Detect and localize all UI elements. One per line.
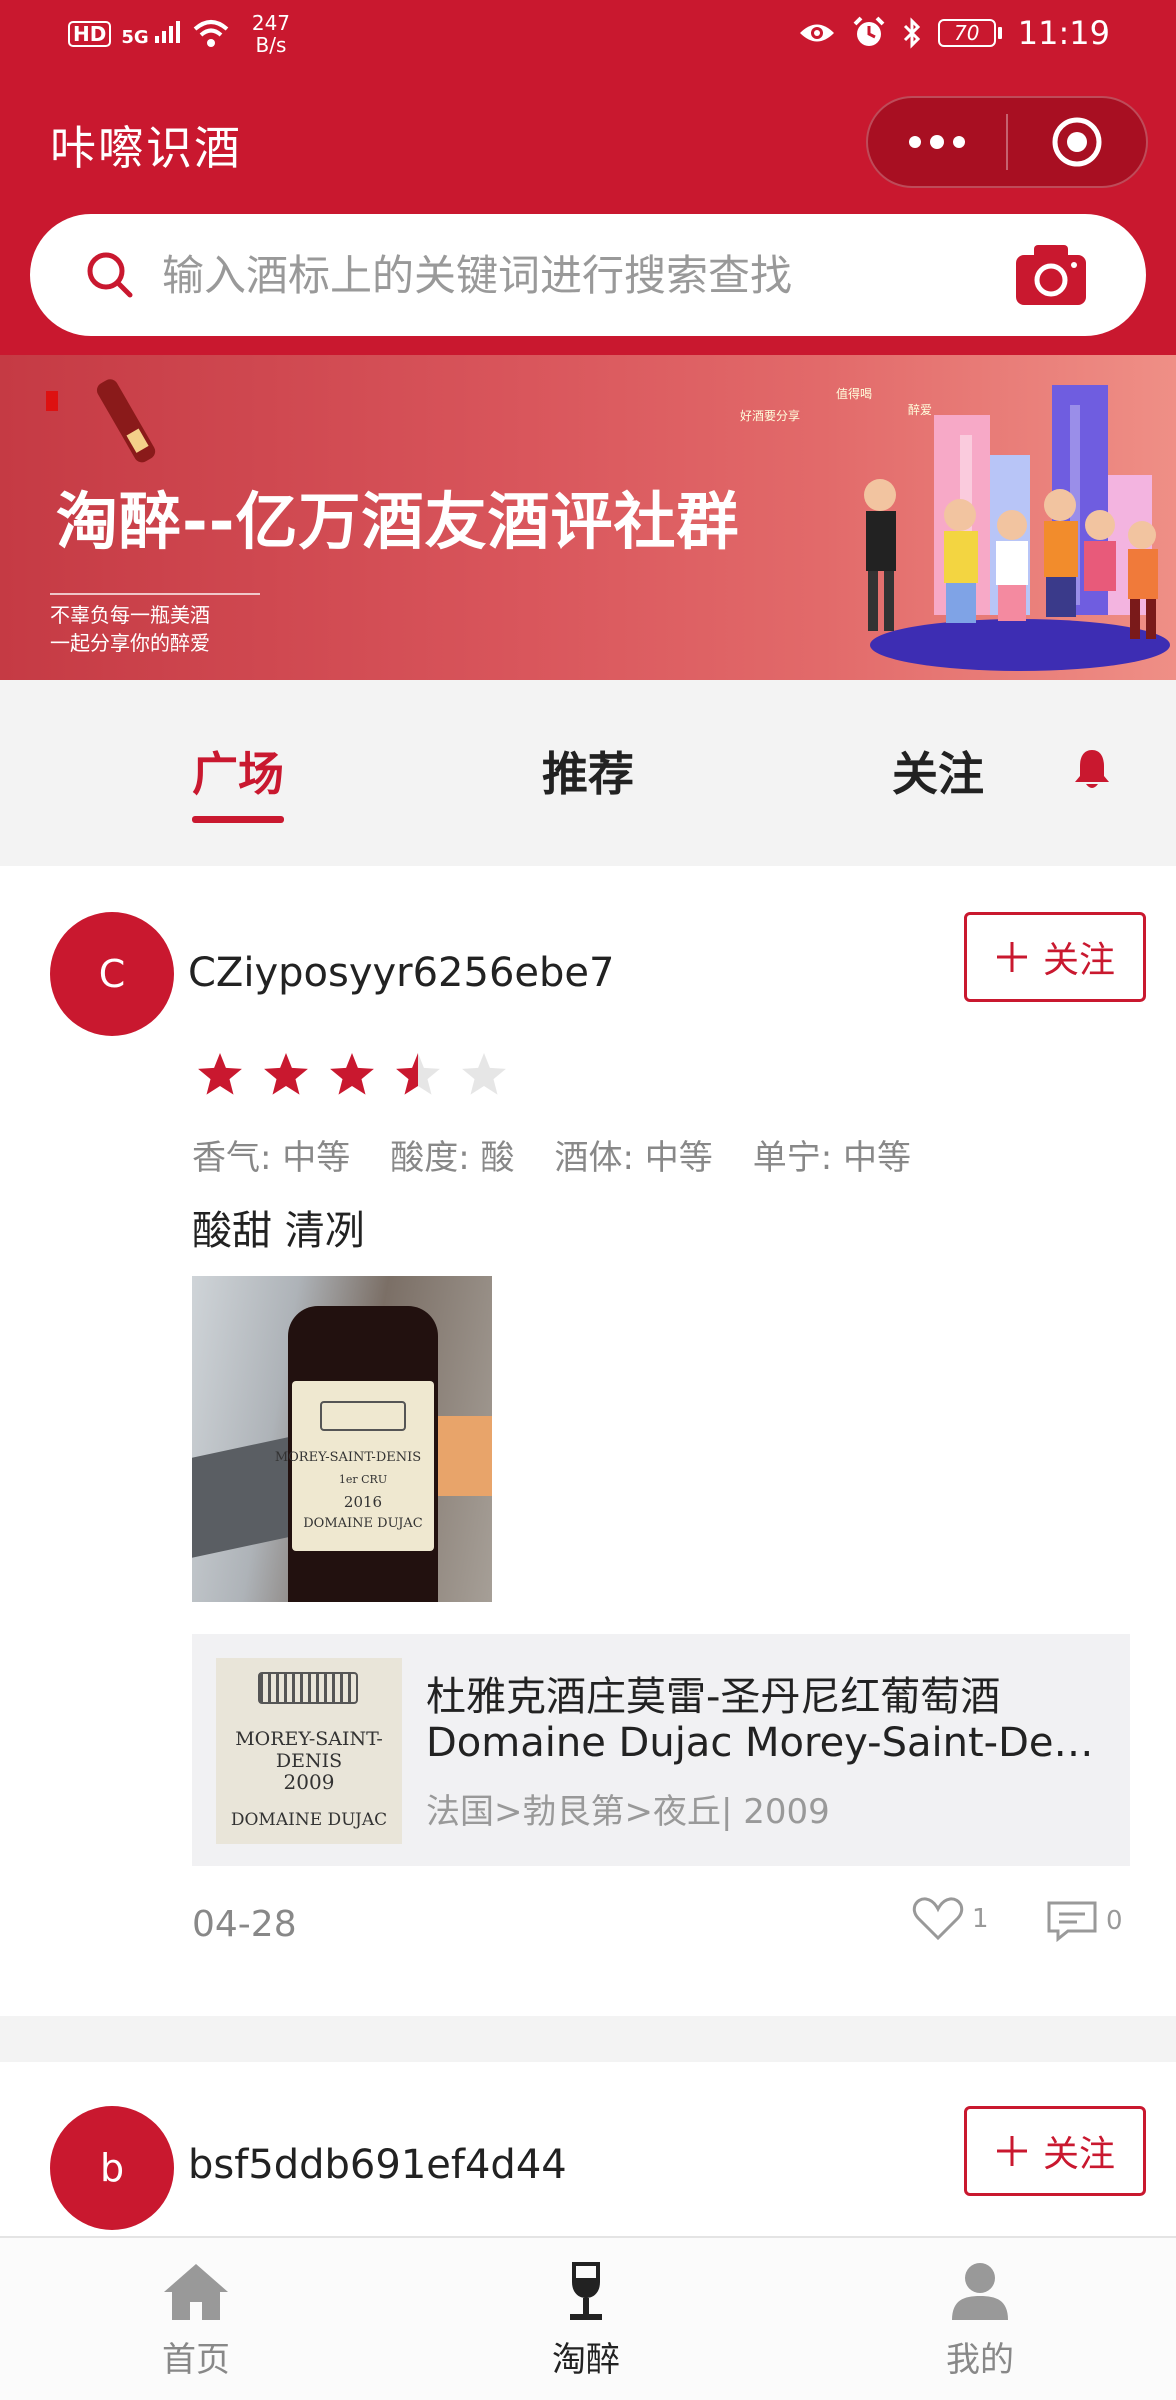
tag-acidity: 酸度: 酸 bbox=[390, 1138, 515, 1178]
battery-indicator: 70 bbox=[937, 19, 1002, 47]
nav-me[interactable]: 我的 bbox=[890, 2260, 1070, 2381]
wine-name-cn: 杜雅克酒庄莫雷-圣丹尼红葡萄酒 bbox=[426, 1674, 1001, 1720]
tab-plaza[interactable]: 广场 bbox=[192, 738, 284, 804]
wine-glass-icon bbox=[570, 2262, 602, 2320]
wine-origin: 法国>勃艮第>夜丘| 2009 bbox=[426, 1792, 830, 1832]
star-icon bbox=[462, 1053, 506, 1095]
post-card[interactable]: C CZiyposyyr6256ebe7 关注 香气: 中等 酸度: 酸 酒体:… bbox=[0, 866, 1176, 2016]
bluetooth-icon bbox=[903, 17, 920, 49]
signal-indicator: 5G bbox=[121, 20, 181, 48]
tasting-note: 酸甜 清冽 bbox=[192, 1208, 365, 1254]
search-bar[interactable] bbox=[30, 214, 1146, 336]
target-close-icon bbox=[1052, 117, 1102, 167]
follow-button[interactable]: 关注 bbox=[964, 912, 1146, 1002]
follow-button[interactable]: 关注 bbox=[964, 2106, 1146, 2196]
bottle-label: MOREY-SAINT-DENIS 1er CRU 2016 DOMAINE D… bbox=[275, 1381, 434, 1551]
post-date: 04-28 bbox=[192, 1904, 297, 1945]
tab-following[interactable]: 关注 bbox=[892, 738, 984, 804]
banner-tag: 好酒要分享 bbox=[740, 409, 801, 423]
status-left: HD 5G 247 B/s bbox=[68, 12, 301, 56]
tag-aroma: 香气: 中等 bbox=[192, 1138, 351, 1178]
comment-button[interactable]: 0 bbox=[1046, 1900, 1123, 1942]
banner-tag: 值得喝 bbox=[836, 387, 873, 401]
close-program-button[interactable] bbox=[1008, 98, 1146, 186]
label-crest bbox=[320, 1401, 406, 1431]
label-crest bbox=[258, 1672, 358, 1704]
star-icon bbox=[264, 1053, 308, 1095]
bell-icon[interactable] bbox=[1070, 746, 1114, 790]
rating-stars bbox=[196, 1052, 526, 1100]
promo-banner[interactable]: 好酒要分享 值得喝 醉爱 淘醉--亿万酒友酒评社群 不辜负每一瓶美酒 一起分享你… bbox=[0, 355, 1176, 680]
wifi-icon bbox=[193, 20, 229, 47]
tag-tannin: 单宁: 中等 bbox=[752, 1138, 912, 1178]
signal-bars-icon bbox=[154, 20, 180, 43]
star-icon bbox=[198, 1053, 242, 1095]
banner-title: 淘醉--亿万酒友酒评社群 bbox=[56, 485, 740, 558]
bottom-navigation: 首页 淘醉 我的 bbox=[0, 2236, 1176, 2400]
plus-icon bbox=[996, 2136, 1027, 2166]
search-input[interactable] bbox=[162, 250, 1014, 300]
heart-icon bbox=[912, 1897, 964, 1941]
post-card[interactable]: b bsf5ddb691ef4d44 关注 bbox=[0, 2062, 1176, 2242]
mini-program-capsule bbox=[866, 96, 1148, 188]
avatar[interactable]: C bbox=[50, 912, 174, 1036]
avatar[interactable]: b bbox=[50, 2106, 174, 2230]
wine-name-en: Domaine Dujac Morey-Saint-Denis bbox=[426, 1720, 1106, 1766]
nav-home[interactable]: 首页 bbox=[106, 2260, 286, 2381]
wine-thumbnail: MOREY-SAINT-DENIS 2009 DOMAINE DUJAC bbox=[216, 1658, 402, 1844]
like-button[interactable]: 1 bbox=[912, 1896, 989, 1942]
user-icon bbox=[952, 2263, 1008, 2320]
camera-icon[interactable] bbox=[1014, 243, 1088, 307]
username[interactable]: bsf5ddb691ef4d44 bbox=[188, 2142, 567, 2188]
app-header: HD 5G 247 B/s 70 11:19 咔嚓识酒 输入酒标上的关键词进行搜… bbox=[0, 0, 1176, 355]
comment-icon bbox=[1047, 1901, 1097, 1942]
banner-tag: 醉爱 bbox=[908, 403, 933, 417]
feed-tabs: 广场 推荐 关注 bbox=[0, 680, 1176, 866]
alarm-icon bbox=[853, 16, 885, 46]
tab-recommend[interactable]: 推荐 bbox=[542, 738, 634, 804]
username[interactable]: CZiyposyyr6256ebe7 bbox=[188, 950, 614, 996]
tasting-tags: 香气: 中等 酸度: 酸 酒体: 中等 单宁: 中等 bbox=[192, 1130, 911, 1179]
post-photo[interactable]: MOREY-SAINT-DENIS 1er CRU 2016 DOMAINE D… bbox=[192, 1276, 492, 1602]
status-right: 70 11:19 bbox=[798, 14, 1110, 52]
eye-icon bbox=[799, 24, 834, 42]
star-icon bbox=[330, 1053, 374, 1095]
net-speed: 247 B/s bbox=[251, 11, 291, 57]
more-button[interactable] bbox=[868, 98, 1006, 186]
hd-indicator: HD bbox=[68, 21, 112, 47]
clock: 11:19 bbox=[1017, 14, 1110, 52]
star-icon bbox=[396, 1053, 440, 1095]
search-icon bbox=[87, 252, 133, 298]
plus-icon bbox=[996, 942, 1027, 972]
status-bar: HD 5G 247 B/s 70 11:19 bbox=[0, 0, 1176, 72]
app-title: 咔嚓识酒 bbox=[50, 121, 242, 175]
home-icon bbox=[164, 2264, 228, 2320]
wine-info-card[interactable]: MOREY-SAINT-DENIS 2009 DOMAINE DUJAC 杜雅克… bbox=[192, 1634, 1130, 1866]
active-tab-indicator bbox=[192, 816, 284, 823]
star-rating bbox=[198, 1053, 506, 1095]
banner-subtitle: 不辜负每一瓶美酒 一起分享你的醉爱 bbox=[50, 593, 260, 657]
more-dots-icon bbox=[909, 135, 965, 149]
tag-body: 酒体: 中等 bbox=[554, 1138, 713, 1178]
nav-taozui[interactable]: 淘醉 bbox=[496, 2260, 676, 2381]
